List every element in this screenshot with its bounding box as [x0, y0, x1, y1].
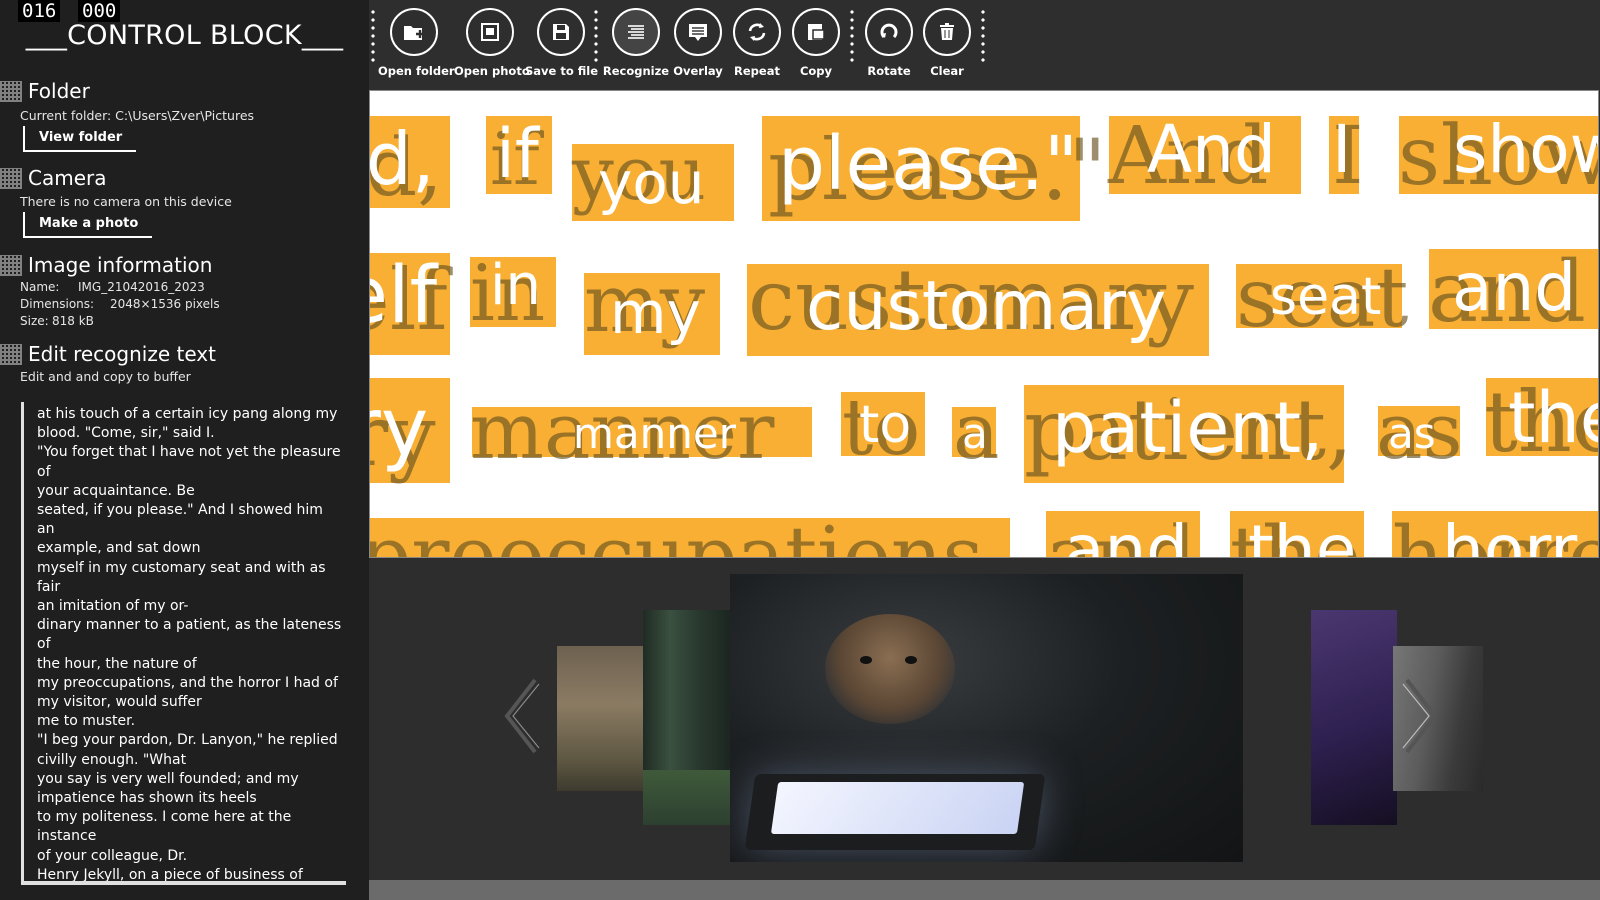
recognized-word: And [1147, 111, 1276, 188]
image-name-label: Name: [20, 280, 60, 294]
edit-text-subtitle: Edit and and copy to buffer [20, 369, 191, 384]
current-folder-text: Current folder: C:\Users\Zver\Pictures [20, 108, 255, 123]
next-arrow[interactable] [1401, 676, 1441, 756]
recognized-word: ry [370, 381, 429, 474]
counter-right: 000 [78, 0, 121, 22]
chevron-right-icon [1402, 678, 1438, 754]
recognized-word: elf [370, 251, 438, 341]
recognized-word: the [1248, 511, 1357, 558]
recognized-word: seat [1270, 267, 1382, 327]
recognized-word: I [1332, 111, 1352, 188]
image-size-label: Size: [20, 314, 49, 328]
recognized-word: customary [806, 267, 1167, 346]
cat-figure [825, 614, 955, 724]
recognized-word: if [496, 115, 539, 194]
recognized-text-editor[interactable]: at his touch of a certain icy pang along… [21, 402, 346, 885]
recognized-word: and [1452, 249, 1577, 326]
tablet-device [744, 774, 1046, 850]
forest-ground [643, 770, 733, 825]
clear-label: Clear [930, 64, 964, 78]
image-size-value: 818 kB [52, 314, 94, 328]
panel-title: ___CONTROL BLOCK___ [25, 20, 344, 51]
recognized-word: my [610, 279, 701, 347]
folder-add-icon [404, 26, 424, 40]
recognized-word: in [490, 253, 542, 318]
camera-section-heading: Camera [0, 165, 107, 191]
cat-eye [905, 656, 917, 664]
image-name-row: Name: IMG_21042016_2023 [20, 280, 205, 294]
scanned-word: preoccupations, [369, 509, 1009, 558]
lines-icon [628, 25, 644, 39]
edit-text-heading: Edit recognize text [28, 342, 216, 366]
open-folder-label: Open folder [378, 64, 455, 78]
open-folder-button[interactable]: Open folder [378, 8, 455, 88]
section-pattern-icon [0, 343, 22, 365]
copy-label: Copy [799, 64, 833, 78]
image-viewer[interactable]: d, d, if if you you please." please." An… [369, 90, 1599, 558]
chevron-left-icon [504, 678, 540, 754]
recognized-word: horr [1442, 511, 1578, 558]
repeat-icon [748, 23, 766, 41]
open-photo-label: Open photo [454, 64, 530, 78]
cat-eye [860, 656, 872, 664]
save-to-file-button[interactable]: Save to file [525, 8, 599, 88]
open-photo-button[interactable]: Open photo [454, 8, 530, 88]
edit-text-section-heading: Edit recognize text [0, 341, 216, 367]
control-panel: 016 000 ___CONTROL BLOCK___ Folder Curre… [0, 0, 369, 900]
make-photo-button[interactable]: Make a photo [23, 212, 153, 238]
dark-forest-photo-thumbnail[interactable] [643, 610, 733, 825]
purple-photo-thumbnail[interactable] [1311, 610, 1397, 825]
copy-icon [808, 24, 825, 40]
folder-section-heading: Folder [0, 78, 90, 104]
recognized-word: show [1453, 111, 1598, 188]
image-name-value: IMG_21042016_2023 [78, 280, 205, 294]
recognized-word: manner [573, 409, 736, 458]
recognized-word: you [598, 149, 705, 217]
recognized-word: the [1508, 377, 1598, 459]
toolbar: Open folder Open photo Save to file Reco… [369, 0, 1600, 90]
recognized-word: a [962, 409, 988, 458]
image-info-heading: Image information [28, 253, 213, 277]
cat-tablet-photo-thumbnail[interactable] [730, 574, 1243, 862]
camera-heading: Camera [28, 166, 107, 190]
forest-fog-photo-thumbnail[interactable] [557, 646, 647, 791]
toolbar-separator [594, 8, 598, 64]
recognized-word: as [1388, 409, 1436, 458]
copy-button[interactable]: Copy [780, 8, 852, 88]
section-pattern-icon [0, 167, 22, 189]
overlay-icon [689, 24, 707, 41]
tablet-screen [770, 782, 1025, 834]
save-icon [553, 24, 569, 40]
image-gallery [369, 558, 1600, 880]
image-dimensions-row: Dimensions: 2048×1536 pixels [20, 297, 220, 311]
rotate-icon [880, 23, 898, 39]
photo-icon [481, 23, 499, 41]
status-bar [369, 880, 1600, 900]
previous-arrow[interactable] [501, 676, 541, 756]
image-info-section-heading: Image information [0, 252, 212, 278]
save-to-file-label: Save to file [525, 64, 599, 78]
camera-status-text: There is no camera on this device [20, 194, 232, 209]
recognized-word: please." [778, 121, 1079, 207]
counter-left: 016 [18, 0, 61, 22]
recognized-word: patient, [1052, 387, 1324, 469]
section-pattern-icon [0, 254, 22, 276]
view-folder-button[interactable]: View folder [23, 126, 137, 152]
recognized-word: d, [369, 117, 435, 201]
image-size-row: Size: 818 kB [20, 314, 94, 328]
image-dimensions-label: Dimensions: [20, 297, 95, 311]
folder-heading: Folder [28, 79, 90, 103]
toolbar-separator [371, 8, 375, 64]
recognized-word: and [1064, 511, 1189, 558]
trash-icon [940, 23, 954, 40]
toolbar-separator [981, 8, 985, 64]
section-pattern-icon [0, 80, 22, 102]
clear-button[interactable]: Clear [911, 8, 983, 88]
recognized-word: to [859, 395, 912, 455]
image-dimensions-value: 2048×1536 pixels [110, 297, 220, 311]
